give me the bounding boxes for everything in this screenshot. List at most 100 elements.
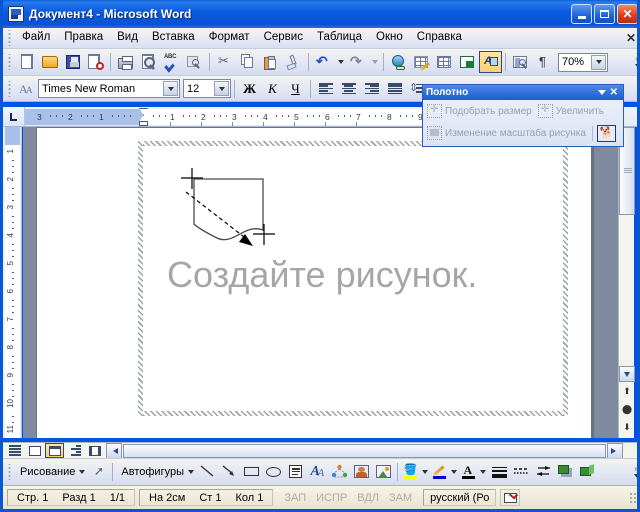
- fill-color-dropdown[interactable]: [419, 461, 430, 483]
- align-center-button[interactable]: [337, 78, 360, 100]
- line-tool[interactable]: [196, 461, 218, 483]
- menu-format[interactable]: Формат: [202, 29, 257, 47]
- print-preview-button[interactable]: [137, 51, 160, 73]
- line-style-button[interactable]: [488, 461, 510, 483]
- spelling-button[interactable]: ABC: [160, 51, 183, 73]
- autoshapes-menu-button[interactable]: Автофигуры: [116, 461, 196, 483]
- clipart-tool[interactable]: [350, 461, 372, 483]
- left-indent-marker[interactable]: [139, 121, 148, 126]
- standard-toolbar-grip[interactable]: [6, 54, 13, 70]
- redo-button[interactable]: ↷: [346, 51, 369, 73]
- undo-button[interactable]: ↶: [312, 51, 335, 73]
- select-objects-button[interactable]: ➚: [87, 461, 109, 483]
- font-color-button[interactable]: A: [459, 461, 477, 483]
- view-normal[interactable]: [5, 443, 24, 458]
- canvas-toolbar-titlebar[interactable]: Полотно ✕: [423, 85, 623, 100]
- menu-edit[interactable]: Правка: [57, 29, 110, 47]
- resize-grip[interactable]: [629, 491, 637, 504]
- fit-canvas-button[interactable]: Подобрать размер: [425, 103, 534, 119]
- scroll-down-button[interactable]: [619, 366, 635, 382]
- oval-tool[interactable]: [262, 461, 284, 483]
- dash-style-button[interactable]: [510, 461, 532, 483]
- paste-button[interactable]: [259, 51, 282, 73]
- document-page[interactable]: Создайте рисунок.: [36, 127, 592, 438]
- canvas-toolbar-close-button[interactable]: ✕: [610, 87, 618, 98]
- research-button[interactable]: [183, 51, 206, 73]
- new-document-button[interactable]: [15, 51, 38, 73]
- menubar-grip[interactable]: [6, 30, 13, 46]
- undo-dropdown[interactable]: [335, 51, 346, 73]
- canvas-toolbar[interactable]: Полотно ✕ Подобрать размер Увеличить Изм…: [422, 84, 624, 147]
- close-button[interactable]: ✕: [617, 4, 637, 24]
- copy-button[interactable]: [236, 51, 259, 73]
- vertical-scrollbar[interactable]: ⬆ ⬤ ⬇: [618, 127, 635, 438]
- view-reading[interactable]: [85, 443, 104, 458]
- menu-view[interactable]: Вид: [110, 29, 145, 47]
- maximize-button[interactable]: [594, 4, 615, 24]
- zoom-dropdown-button[interactable]: [591, 54, 606, 70]
- font-size-combo[interactable]: 12: [183, 79, 231, 98]
- scale-drawing-button[interactable]: Изменение масштаба рисунка: [425, 125, 588, 141]
- select-browse-object-button[interactable]: ⬤: [620, 402, 634, 416]
- view-print-layout[interactable]: [45, 443, 64, 458]
- status-language-group[interactable]: русский (Ро: [423, 489, 497, 506]
- scroll-left-button[interactable]: [106, 442, 122, 459]
- document-workspace[interactable]: Создайте рисунок.: [23, 127, 621, 438]
- status-mode-trk[interactable]: ИСПР: [311, 491, 352, 505]
- menu-window[interactable]: Окно: [369, 29, 410, 47]
- status-mode-ovr[interactable]: ЗАМ: [384, 491, 417, 505]
- permission-button[interactable]: [84, 51, 107, 73]
- spelling-status-icon[interactable]: [500, 489, 521, 506]
- menu-table[interactable]: Таблица: [310, 29, 369, 47]
- drawing-canvas-surface[interactable]: Создайте рисунок.: [143, 146, 563, 411]
- arrow-tool[interactable]: [218, 461, 240, 483]
- italic-button[interactable]: К: [261, 78, 284, 100]
- arrow-style-button[interactable]: [532, 461, 554, 483]
- expand-canvas-button[interactable]: Увеличить: [536, 103, 606, 119]
- drawing-canvas[interactable]: Создайте рисунок.: [138, 141, 568, 416]
- open-button[interactable]: [38, 51, 61, 73]
- horizontal-scroll-thumb[interactable]: [123, 443, 606, 458]
- view-outline[interactable]: [65, 443, 84, 458]
- next-page-button[interactable]: ⬇: [620, 420, 634, 434]
- show-formatting-button[interactable]: ¶: [532, 51, 555, 73]
- align-justify-button[interactable]: [383, 78, 406, 100]
- zoom-combo[interactable]: 70%: [558, 52, 608, 72]
- font-name-combo[interactable]: Times New Roman: [38, 79, 180, 98]
- freeform-shape[interactable]: [173, 168, 303, 258]
- align-left-button[interactable]: [314, 78, 337, 100]
- text-box-tool[interactable]: [284, 461, 306, 483]
- drawing-toolbar-grip[interactable]: [6, 464, 13, 480]
- drawing-menu-button[interactable]: Рисование: [15, 461, 87, 483]
- vertical-ruler[interactable]: 1 2 3 4 5 6 7 8 9 10 11: [3, 127, 22, 438]
- bold-button[interactable]: Ж: [238, 78, 261, 100]
- menu-tools[interactable]: Сервис: [257, 29, 310, 47]
- drawing-toolbar-overflow-button[interactable]: »: [633, 466, 637, 478]
- shadow-style-button[interactable]: [554, 461, 576, 483]
- hyperlink-button[interactable]: [387, 51, 410, 73]
- align-right-button[interactable]: [360, 78, 383, 100]
- line-color-dropdown[interactable]: [448, 461, 459, 483]
- cut-button[interactable]: ✂: [213, 51, 236, 73]
- menu-help[interactable]: Справка: [410, 29, 469, 47]
- styles-button[interactable]: AA: [15, 78, 38, 100]
- format-painter-button[interactable]: [282, 51, 305, 73]
- picture-tool[interactable]: [372, 461, 394, 483]
- rectangle-tool[interactable]: [240, 461, 262, 483]
- font-color-dropdown[interactable]: [477, 461, 488, 483]
- menu-file[interactable]: Файл: [15, 29, 57, 47]
- menu-insert[interactable]: Вставка: [145, 29, 202, 47]
- insert-table-button[interactable]: [433, 51, 456, 73]
- canvas-toolbar-options-button[interactable]: [597, 90, 606, 95]
- print-button[interactable]: [114, 51, 137, 73]
- wordart-tool[interactable]: AA: [306, 461, 328, 483]
- scroll-right-button[interactable]: [607, 442, 623, 459]
- text-wrapping-button[interactable]: 🐕: [596, 124, 616, 142]
- view-web-layout[interactable]: [25, 443, 44, 458]
- drawing-toggle-button[interactable]: A: [479, 51, 502, 73]
- font-size-dropdown-button[interactable]: [214, 81, 229, 96]
- close-document-button[interactable]: ✕: [626, 31, 636, 45]
- redo-dropdown[interactable]: [369, 51, 380, 73]
- underline-button[interactable]: Ч: [284, 78, 307, 100]
- status-mode-ext[interactable]: ВДЛ: [352, 491, 384, 505]
